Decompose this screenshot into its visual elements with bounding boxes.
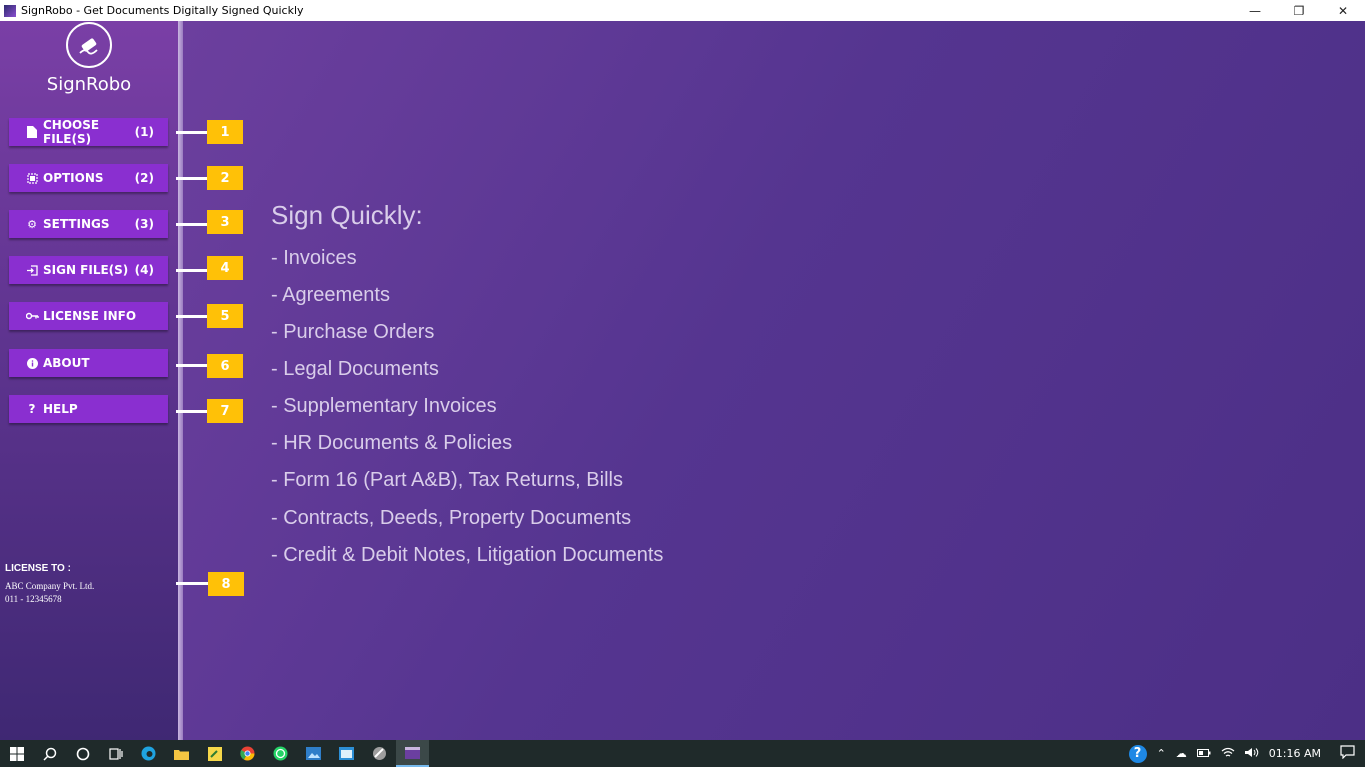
- step-marker: 7: [207, 399, 243, 423]
- list-item: - Purchase Orders: [271, 321, 435, 343]
- options-button[interactable]: OPTIONS (2): [9, 164, 168, 192]
- app-window: SignRobo - Get Documents Digitally Signe…: [0, 0, 1365, 767]
- list-item: - Legal Documents: [271, 358, 439, 380]
- edge-icon[interactable]: [132, 740, 165, 767]
- marker-connector: [176, 223, 208, 226]
- list-item: - HR Documents & Policies: [271, 432, 513, 454]
- about-button[interactable]: ABOUT: [9, 349, 168, 377]
- battery-icon[interactable]: [1196, 747, 1211, 760]
- sign-in-icon: [25, 264, 39, 276]
- license-info: LICENSE TO : ABC Company Pvt. Ltd. 011 -…: [5, 563, 94, 606]
- wifi-icon[interactable]: [1221, 747, 1235, 761]
- marker-connector: [176, 315, 208, 318]
- volume-icon[interactable]: [1244, 747, 1259, 761]
- marker-connector: [176, 410, 208, 413]
- key-icon: [25, 312, 39, 320]
- step-marker: 3: [207, 210, 243, 234]
- list-item: - Agreements: [271, 284, 390, 306]
- options-icon: [25, 172, 39, 184]
- step-marker: 1: [207, 120, 243, 144]
- page-title: Sign Quickly:: [271, 200, 423, 230]
- choose-files-button[interactable]: CHOOSE FILE(S) (1): [9, 118, 168, 146]
- pen-tool-icon[interactable]: [363, 740, 396, 767]
- sign-files-button[interactable]: SIGN FILE(S) (4): [9, 256, 168, 284]
- taskbar: ? ⌃ ☁ 01:16 AM: [0, 740, 1365, 767]
- system-tray: ? ⌃ ☁ 01:16 AM: [1124, 740, 1365, 767]
- logo-text: SignRobo: [46, 74, 132, 95]
- robot-signature-icon: [66, 22, 112, 68]
- window-title: SignRobo - Get Documents Digitally Signe…: [21, 4, 304, 17]
- logo: SignRobo: [45, 22, 133, 95]
- step-marker: 6: [207, 354, 243, 378]
- license-info-button[interactable]: LICENSE INFO: [9, 302, 168, 330]
- step-marker: 8: [208, 572, 244, 596]
- settings-button[interactable]: ⚙ SETTINGS (3): [9, 210, 168, 238]
- cloud-icon[interactable]: ☁: [1176, 747, 1187, 760]
- step-marker: 5: [207, 304, 243, 328]
- cortana-icon[interactable]: [66, 740, 99, 767]
- info-icon: [25, 357, 39, 369]
- whatsapp-icon[interactable]: [264, 740, 297, 767]
- chevron-up-icon[interactable]: ⌃: [1157, 747, 1166, 760]
- marker-connector: [176, 582, 208, 585]
- notification-icon[interactable]: [1340, 745, 1355, 762]
- step-marker: 2: [207, 166, 243, 190]
- marker-connector: [176, 131, 208, 134]
- marker-connector: [176, 364, 208, 367]
- step-marker: 4: [207, 256, 243, 280]
- list-item: - Contracts, Deeds, Property Documents: [271, 507, 632, 529]
- search-icon[interactable]: [33, 740, 66, 767]
- marker-connector: [176, 177, 208, 180]
- restore-icon[interactable]: ❐: [1277, 0, 1321, 21]
- minimize-icon[interactable]: —: [1233, 0, 1277, 21]
- marker-connector: [176, 269, 208, 272]
- close-icon[interactable]: ✕: [1321, 0, 1365, 21]
- title-bar: SignRobo - Get Documents Digitally Signe…: [0, 0, 1365, 21]
- window-controls: — ❐ ✕: [1233, 0, 1365, 21]
- list-item: - Supplementary Invoices: [271, 395, 497, 417]
- app-icon: [4, 4, 16, 17]
- license-company: ABC Company Pvt. Ltd.: [5, 581, 95, 591]
- question-icon: ?: [28, 402, 36, 416]
- license-phone: 011 - 12345678: [5, 594, 62, 604]
- sidebar-divider: [178, 21, 183, 740]
- license-heading: LICENSE TO :: [5, 563, 71, 574]
- help-tray-icon[interactable]: ?: [1128, 744, 1147, 763]
- gear-icon: ⚙: [27, 217, 37, 231]
- sticky-notes-icon[interactable]: [198, 740, 231, 767]
- file-icon: [25, 126, 39, 138]
- file-explorer-icon[interactable]: [165, 740, 198, 767]
- signrobo-taskbar-icon[interactable]: [396, 740, 429, 767]
- list-item: - Credit & Debit Notes, Litigation Docum…: [271, 544, 664, 566]
- app-window-icon[interactable]: [330, 740, 363, 767]
- photos-icon[interactable]: [297, 740, 330, 767]
- task-view-icon[interactable]: [99, 740, 132, 767]
- help-button[interactable]: ? HELP: [9, 395, 168, 423]
- list-item: - Invoices: [271, 247, 357, 269]
- list-item: - Form 16 (Part A&B), Tax Returns, Bills: [271, 469, 623, 491]
- windows-start-icon[interactable]: [0, 740, 33, 767]
- clock-time[interactable]: 01:16 AM: [1269, 747, 1321, 760]
- chrome-icon[interactable]: [231, 740, 264, 767]
